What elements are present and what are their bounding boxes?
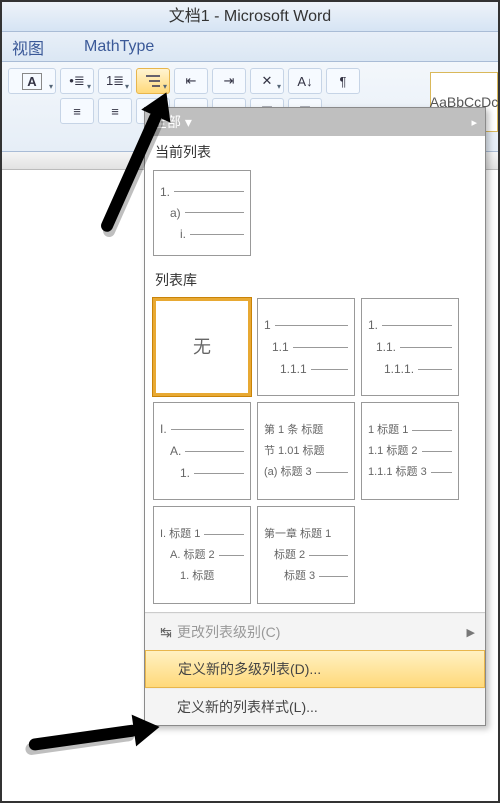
show-marks-button[interactable]: ¶ (326, 68, 360, 94)
menu-label: 更改列表级别(C) (177, 622, 280, 642)
list-library-option[interactable]: 1. 1.1. 1.1.1. (361, 298, 459, 396)
chevron-right-icon: ▶ (467, 626, 475, 639)
list-library-option[interactable]: I. A. 1. (153, 402, 251, 500)
list-library-option[interactable]: 1 1.1 1.1.1 (257, 298, 355, 396)
increase-indent-button[interactable]: ⇥ (212, 68, 246, 94)
window-title: 文档1 - Microsoft Word (2, 2, 498, 32)
dropdown-menu: ↹ 更改列表级别(C) ▶ 定义新的多级列表(D)... 定义新的列表样式(L)… (145, 612, 485, 725)
menu-label: 定义新的列表样式(L)... (177, 697, 318, 717)
font-box-label: A (22, 73, 41, 90)
decrease-indent-button[interactable]: ⇤ (174, 68, 208, 94)
define-new-multilevel-list-menu[interactable]: 定义新的多级列表(D)... (145, 650, 485, 688)
tab-mathtype[interactable]: MathType (84, 38, 154, 56)
ribbon-tabs: 视图 MathType (2, 32, 498, 62)
list-none-option[interactable]: 无 (153, 298, 251, 396)
font-highlight-button[interactable]: A ▾ (8, 68, 56, 94)
align-left-button[interactable]: ≡ (60, 98, 94, 124)
bullets-button[interactable]: •≣▾ (60, 68, 94, 94)
chevron-down-icon: ▾ (163, 82, 167, 91)
align-center-button[interactable]: ≡ (98, 98, 132, 124)
expand-icon[interactable]: ▸ (471, 116, 477, 129)
list-library-section-label: 列表库 (145, 264, 485, 294)
menu-label: 定义新的多级列表(D)... (178, 659, 321, 679)
change-list-level-menu: ↹ 更改列表级别(C) ▶ (145, 613, 485, 650)
multilevel-list-icon (144, 73, 162, 89)
sort-button[interactable]: A↓ (288, 68, 322, 94)
tab-view[interactable]: 视图 (12, 35, 44, 59)
multilevel-list-dropdown: 全部 ▾ ▸ 当前列表 1. a) i. 列表库 无 1 1.1 1.1.1 1… (144, 107, 486, 726)
dropdown-header[interactable]: 全部 ▾ ▸ (145, 108, 485, 136)
current-list-section-label: 当前列表 (145, 136, 485, 166)
list-library-option[interactable]: 第 1 条 标题 节 1.01 标题 (a) 标题 3 (257, 402, 355, 500)
multilevel-list-button[interactable]: ▾ (136, 68, 170, 94)
change-level-icon: ↹ (155, 624, 177, 641)
list-library-option[interactable]: 第一章 标题 1 标题 2 标题 3 (257, 506, 355, 604)
asian-layout-button[interactable]: ✕▾ (250, 68, 284, 94)
dropdown-header-label: 全部 (153, 114, 181, 130)
numbering-button[interactable]: 1≣▾ (98, 68, 132, 94)
define-new-list-style-menu[interactable]: 定义新的列表样式(L)... (145, 688, 485, 725)
current-list-preview[interactable]: 1. a) i. (153, 170, 251, 256)
chevron-down-icon: ▾ (49, 82, 53, 91)
list-library-option[interactable]: 1 标题 1 1.1 标题 2 1.1.1 标题 3 (361, 402, 459, 500)
list-library-option[interactable]: I. 标题 1 A. 标题 2 1. 标题 (153, 506, 251, 604)
